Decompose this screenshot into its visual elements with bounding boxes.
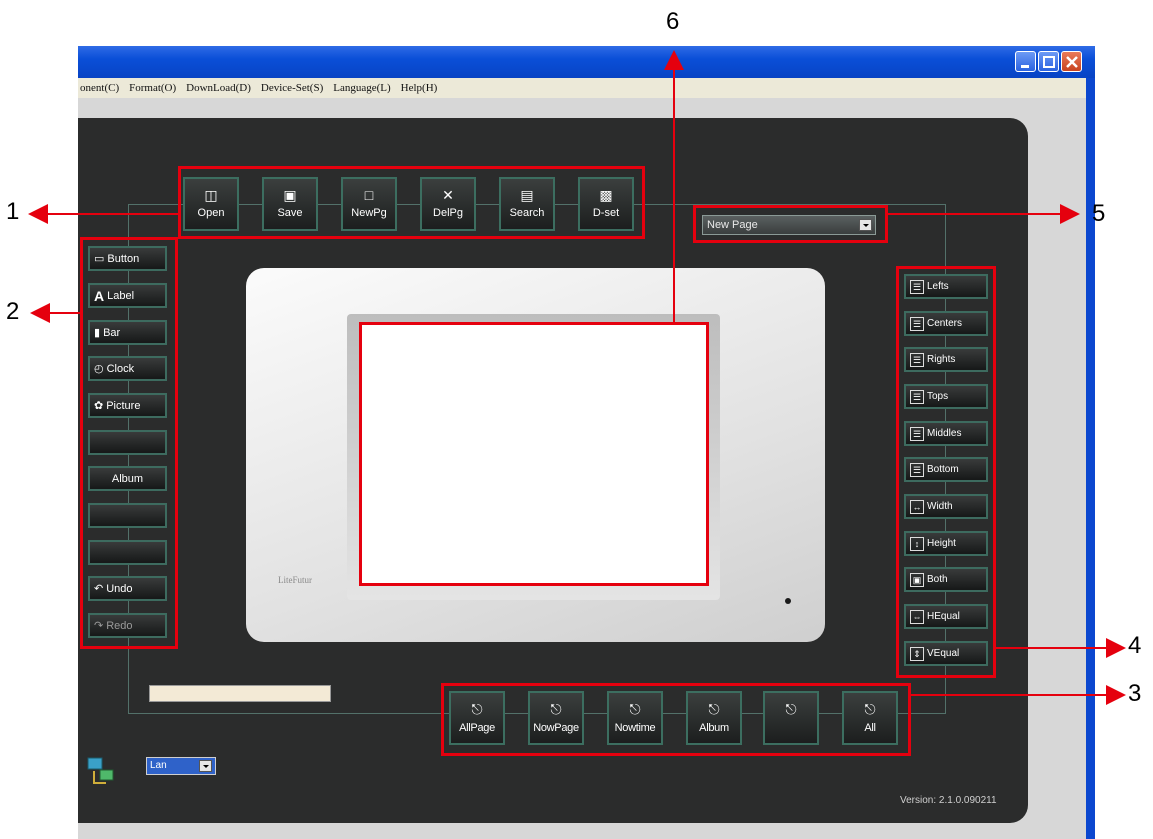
callout-number-5: 5 bbox=[1092, 200, 1106, 227]
callout-number-6: 6 bbox=[666, 8, 680, 35]
callout-arrows bbox=[28, 50, 1126, 705]
callout-number-1: 1 bbox=[6, 198, 20, 225]
callout-number-2: 2 bbox=[6, 298, 20, 325]
callout-number-3: 3 bbox=[1128, 680, 1142, 707]
application-window: onent(C) Format(O) DownLoad(D) Device-Se… bbox=[0, 0, 1153, 839]
callout-number-4: 4 bbox=[1128, 632, 1142, 659]
